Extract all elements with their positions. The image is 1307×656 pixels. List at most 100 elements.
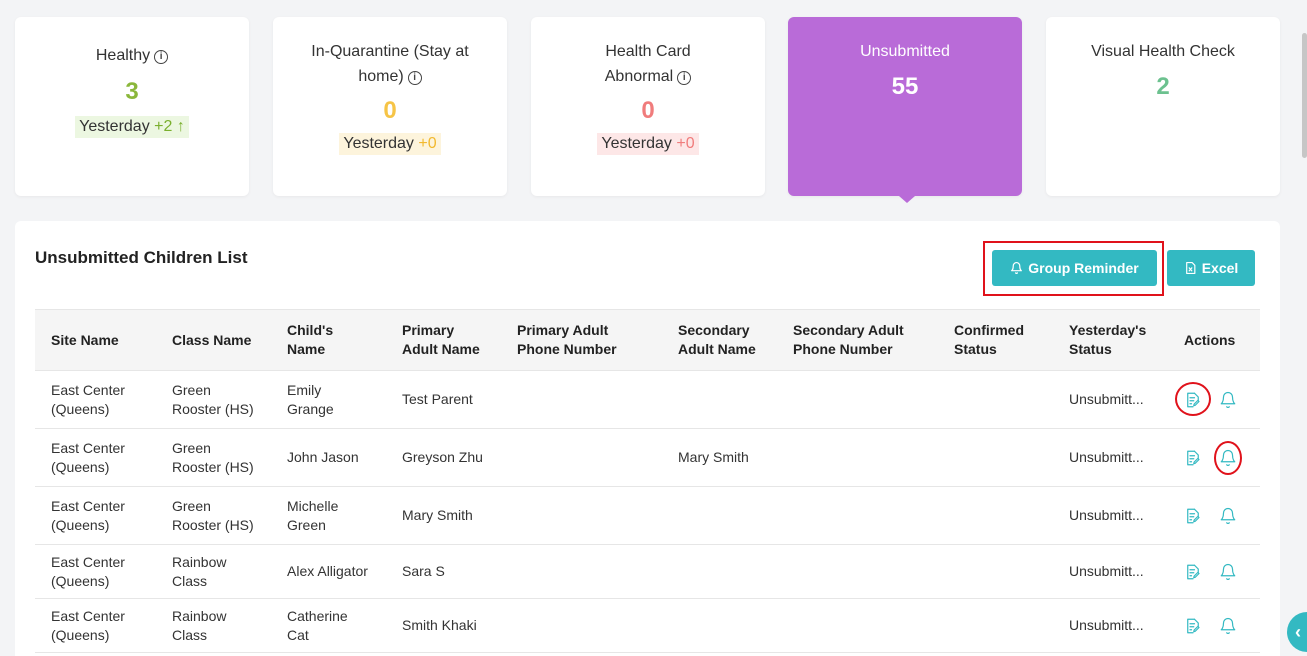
card-unsubmitted[interactable]: Unsubmitted 55 [788,17,1022,196]
cell-confirmed-status [938,486,1053,545]
cell-actions [1168,486,1260,545]
card-visual-health-check[interactable]: Visual Health Check 2 [1046,17,1280,196]
cell-child: Michelle Green [271,486,386,545]
edit-form-icon[interactable] [1184,563,1202,581]
bell-icon[interactable] [1219,391,1237,409]
cell-site: East Center (Queens) [35,428,156,487]
cell-actions [1168,370,1260,429]
excel-file-icon [1185,261,1196,275]
cell-child: John Jason [271,428,386,487]
cell-primary-adult: Sara S [386,544,501,599]
group-reminder-button[interactable]: Group Reminder [992,250,1157,286]
card-title-wrap: Health Card Abnormal i [531,17,765,89]
collapse-sidebar-button[interactable]: ‹ [1287,612,1307,652]
cell-child: Emily Grange [271,370,386,429]
cell-class: Rainbow Class [156,598,271,653]
cell-yesterday-status: Unsubmitt... [1053,370,1168,429]
card-value: 3 [125,78,139,105]
cell-secondary-adult [662,370,777,429]
excel-export-button[interactable]: Excel [1167,250,1255,286]
cell-secondary-phone [777,486,938,545]
cell-child: Alex Alligator [271,544,386,599]
bell-icon[interactable] [1219,563,1237,581]
column-header-childs-name[interactable]: Child's Name [271,309,386,371]
group-reminder-label: Group Reminder [1028,260,1139,276]
column-header-class-name[interactable]: Class Name [156,309,271,371]
cell-class: Green Rooster (HS) [156,428,271,487]
card-health-card-abnormal[interactable]: Health Card Abnormal i 0 Yesterday +0 [531,17,765,196]
column-header-primary-adult-phone[interactable]: Primary Adult Phone Number [501,309,662,371]
cell-site: East Center (Queens) [35,544,156,599]
table-header: Site Name Class Name Child's Name Primar… [35,309,1260,371]
card-title: Visual Health Check [1091,43,1235,60]
cell-confirmed-status [938,598,1053,653]
card-in-quarantine[interactable]: In-Quarantine (Stay at home) i 0 Yesterda… [273,17,507,196]
cell-secondary-phone [777,544,938,599]
yesterday-badge: Yesterday +0 [597,133,699,155]
info-icon[interactable]: i [407,71,422,85]
panel-title: Unsubmitted Children List [35,248,248,267]
table-row: East Center (Queens) Green Rooster (HS) … [35,486,1260,545]
column-header-secondary-adult-name[interactable]: Secondary Adult Name [662,309,777,371]
page-scrollbar-thumb[interactable] [1302,33,1307,158]
cell-secondary-adult [662,598,777,653]
column-header-yesterdays-status[interactable]: Yesterday's Status [1053,309,1168,371]
cell-yesterday-status: Unsubmitt... [1053,428,1168,487]
cell-secondary-phone [777,370,938,429]
cell-primary-phone [501,544,662,599]
table-row: East Center (Queens) Rainbow Class Cathe… [35,598,1260,653]
card-title-wrap: In-Quarantine (Stay at home) i [273,17,507,89]
arrow-up-icon: ↑ [176,118,185,135]
cell-confirmed-status [938,544,1053,599]
yesterday-delta: +0 [418,135,437,152]
cell-yesterday-status: Unsubmitt... [1053,598,1168,653]
cell-confirmed-status [938,428,1053,487]
bell-icon[interactable] [1219,507,1237,525]
summary-cards: Healthy i 3 Yesterday +2 ↑ In-Quarantine … [15,17,1280,207]
cell-yesterday-status: Unsubmitt... [1053,486,1168,545]
column-header-confirmed-status[interactable]: Confirmed Status [938,309,1053,371]
cell-secondary-adult: Mary Smith [662,428,777,487]
card-title: Unsubmitted [860,43,950,60]
unsubmitted-list-panel: Unsubmitted Children List Group Reminder… [15,221,1280,656]
cell-site: East Center (Queens) [35,486,156,545]
table-row: East Center (Queens) Green Rooster (HS) … [35,370,1260,429]
table-row: East Center (Queens) Rainbow Class Alex … [35,544,1260,599]
cell-primary-phone [501,486,662,545]
bell-icon[interactable] [1219,617,1237,635]
cell-class: Green Rooster (HS) [156,486,271,545]
edit-form-icon[interactable] [1184,507,1202,525]
cell-primary-phone [501,598,662,653]
cell-class: Green Rooster (HS) [156,370,271,429]
cell-primary-phone [501,428,662,487]
column-header-primary-adult-name[interactable]: Primary Adult Name [386,309,501,371]
cell-child: Catherine Cat [271,598,386,653]
column-header-site-name[interactable]: Site Name [35,309,156,371]
edit-form-icon[interactable] [1184,449,1202,467]
card-title: Healthy [95,47,151,64]
yesterday-badge: Yesterday +0 [339,133,441,155]
info-icon[interactable]: i [677,71,692,85]
cell-primary-adult: Smith Khaki [386,598,501,653]
card-value: 55 [891,73,919,100]
bell-icon[interactable] [1214,440,1242,475]
card-healthy[interactable]: Healthy i 3 Yesterday +2 ↑ [15,17,249,196]
yesterday-badge: Yesterday +2 ↑ [75,116,189,138]
active-card-pointer [899,196,915,203]
yesterday-label: Yesterday [343,135,414,152]
cell-secondary-adult [662,486,777,545]
cell-confirmed-status [938,370,1053,429]
chevron-left-icon: ‹ [1295,621,1301,642]
cell-primary-adult: Test Parent [386,370,501,429]
cell-primary-adult: Mary Smith [386,486,501,545]
info-icon[interactable]: i [154,50,169,64]
edit-form-icon[interactable] [1184,617,1202,635]
cell-actions [1168,428,1260,487]
card-value: 2 [1156,73,1170,100]
column-header-secondary-adult-phone[interactable]: Secondary Adult Phone Number [777,309,938,371]
cell-primary-phone [501,370,662,429]
cell-yesterday-status: Unsubmitt... [1053,544,1168,599]
yesterday-delta: +0 [676,135,695,152]
edit-form-icon[interactable] [1175,381,1211,416]
cell-actions [1168,544,1260,599]
